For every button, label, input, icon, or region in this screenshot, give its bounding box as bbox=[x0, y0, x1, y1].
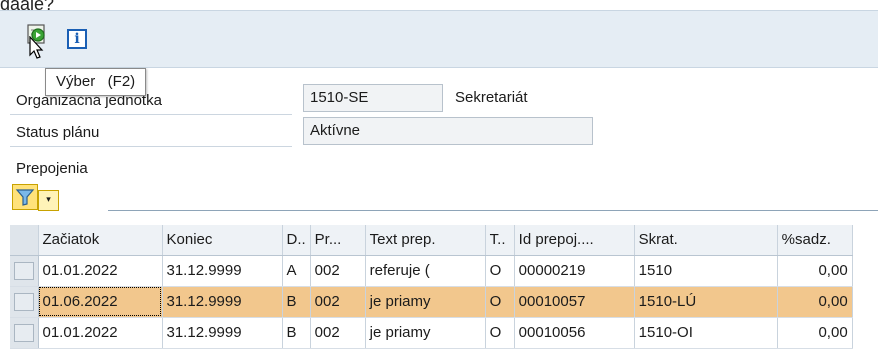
info-button[interactable]: i bbox=[67, 29, 87, 49]
column-header[interactable]: Skrat. bbox=[634, 225, 778, 256]
filter-dropdown-button[interactable]: ▾ bbox=[38, 190, 59, 211]
table-cell[interactable]: 1510-OI bbox=[634, 317, 778, 349]
filter-button[interactable] bbox=[12, 184, 38, 210]
table-cell[interactable]: 0,00 bbox=[777, 286, 853, 318]
table-cell[interactable]: 002 bbox=[310, 286, 366, 318]
table-cell[interactable]: 31.12.9999 bbox=[162, 317, 283, 349]
table-row[interactable]: 01.01.2022 31.12.9999 B 002 je priamy O … bbox=[10, 317, 853, 349]
tooltip: Výber (F2) bbox=[45, 68, 147, 96]
row-selector[interactable] bbox=[10, 317, 39, 349]
column-header[interactable]: Koniec bbox=[162, 225, 283, 256]
table-row[interactable]: 01.01.2022 31.12.9999 A 002 referuje ( O… bbox=[10, 255, 853, 287]
column-header[interactable]: %sadz. bbox=[777, 225, 853, 256]
column-header[interactable]: Text prep. bbox=[365, 225, 486, 256]
status-field[interactable]: Aktívne bbox=[303, 117, 593, 145]
table-cell[interactable]: 1510-LÚ bbox=[634, 286, 778, 318]
table-cell[interactable]: je priamy bbox=[365, 286, 486, 318]
column-header[interactable]: Začiatok bbox=[38, 225, 163, 256]
table-cell[interactable]: 00010056 bbox=[514, 317, 635, 349]
table-cell[interactable]: A bbox=[282, 255, 311, 287]
filter-icon bbox=[15, 189, 35, 206]
column-header[interactable]: Id prepoj.... bbox=[514, 225, 635, 256]
table-cell[interactable]: B bbox=[282, 317, 311, 349]
toolbar: i bbox=[0, 10, 878, 68]
table-row-selected[interactable]: 01.06.2022 31.12.9999 B 002 je priamy O … bbox=[10, 286, 853, 318]
table-cell[interactable]: je priamy bbox=[365, 317, 486, 349]
table-cell[interactable]: referuje ( bbox=[365, 255, 486, 287]
column-header[interactable]: T.. bbox=[485, 225, 515, 256]
table-cell[interactable]: 01.06.2022 bbox=[38, 286, 163, 318]
divider bbox=[108, 210, 878, 211]
org-unit-description: Sekretariát bbox=[455, 89, 528, 106]
org-unit-field[interactable]: 1510-SE bbox=[303, 84, 443, 112]
table-cell[interactable]: 1510 bbox=[634, 255, 778, 287]
table-cell[interactable]: 0,00 bbox=[777, 255, 853, 287]
table-cell[interactable]: O bbox=[485, 286, 515, 318]
table-cell[interactable]: 002 bbox=[310, 317, 366, 349]
select-all-cell[interactable] bbox=[10, 225, 39, 256]
table-header: Začiatok Koniec D.. Pr... Text prep. T..… bbox=[10, 225, 853, 256]
mouse-cursor-icon bbox=[29, 36, 44, 59]
table-cell[interactable]: O bbox=[485, 317, 515, 349]
section-title: Prepojenia bbox=[16, 160, 88, 177]
column-header[interactable]: Pr... bbox=[310, 225, 366, 256]
table-cell[interactable]: 00000219 bbox=[514, 255, 635, 287]
relationships-table: Začiatok Koniec D.. Pr... Text prep. T..… bbox=[10, 225, 853, 349]
table-cell[interactable]: 31.12.9999 bbox=[162, 286, 283, 318]
table-cell[interactable]: 01.01.2022 bbox=[38, 317, 163, 349]
table-cell[interactable]: 0,00 bbox=[777, 317, 853, 349]
row-selector[interactable] bbox=[10, 255, 39, 287]
row-selector[interactable] bbox=[10, 286, 39, 318]
table-cell[interactable]: 31.12.9999 bbox=[162, 255, 283, 287]
column-header[interactable]: D.. bbox=[282, 225, 311, 256]
table-cell[interactable]: 00010057 bbox=[514, 286, 635, 318]
status-label: Status plánu bbox=[10, 118, 292, 147]
table-cell[interactable]: O bbox=[485, 255, 515, 287]
info-icon: i bbox=[74, 31, 80, 47]
table-cell[interactable]: 002 bbox=[310, 255, 366, 287]
table-cell[interactable]: 01.01.2022 bbox=[38, 255, 163, 287]
table-cell[interactable]: B bbox=[282, 286, 311, 318]
chevron-down-icon: ▾ bbox=[46, 194, 51, 204]
